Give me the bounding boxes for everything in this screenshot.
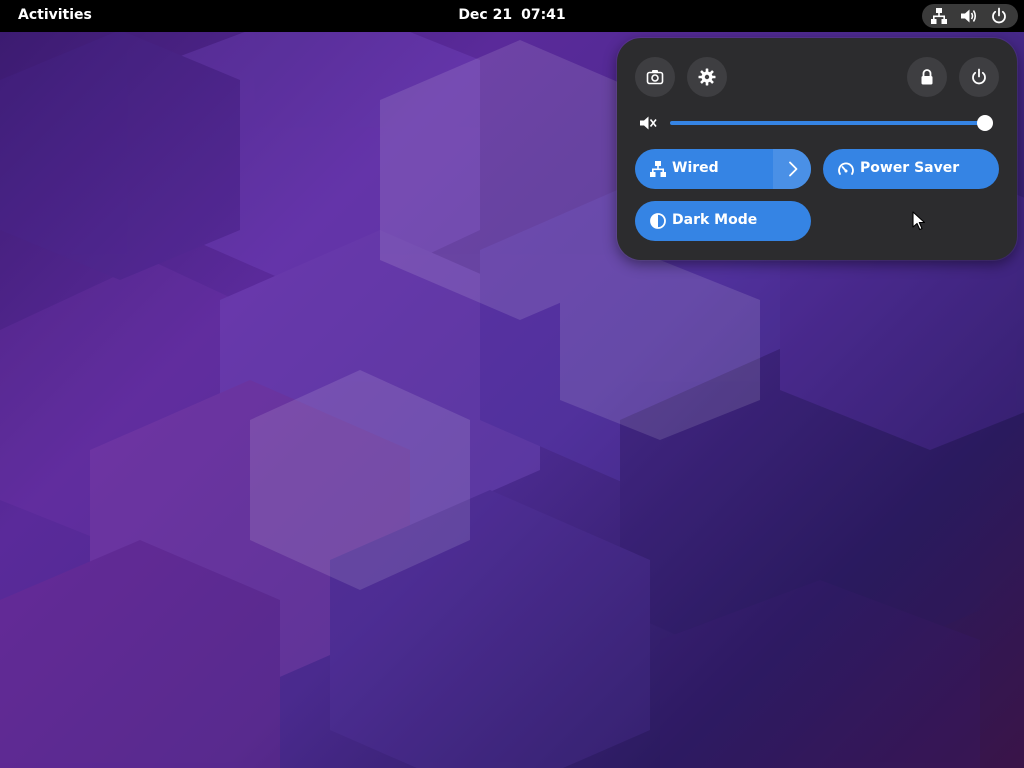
wired-network-toggle[interactable]: Wired bbox=[635, 149, 811, 189]
power-icon bbox=[990, 7, 1008, 25]
quick-settings-panel: Wired Power Saver Dark Mode bbox=[617, 38, 1017, 260]
power-saver-toggle[interactable]: Power Saver bbox=[823, 149, 999, 189]
network-wired-icon bbox=[930, 7, 948, 25]
speaker-muted-icon[interactable] bbox=[639, 114, 657, 136]
settings-button[interactable] bbox=[687, 57, 727, 97]
date-time-clock: Dec 21 07:41 bbox=[0, 7, 1024, 23]
power-profile-icon bbox=[837, 160, 855, 182]
dark-mode-toggle[interactable]: Dark Mode bbox=[635, 201, 811, 241]
volume-slider-handle[interactable] bbox=[977, 115, 993, 131]
mouse-cursor-icon bbox=[912, 211, 926, 235]
dark-mode-toggle-label: Dark Mode bbox=[672, 212, 758, 228]
clock-date[interactable]: Dec 21 bbox=[458, 7, 512, 23]
wired-toggle-label: Wired bbox=[672, 160, 719, 176]
speaker-volume-icon bbox=[960, 7, 978, 25]
system-menu-button[interactable] bbox=[922, 4, 1018, 28]
activities-button[interactable]: Activities bbox=[10, 4, 100, 26]
top-bar: Activities Dec 21 07:41 bbox=[0, 0, 1024, 32]
clock-time[interactable]: 07:41 bbox=[521, 7, 566, 23]
dark-mode-icon bbox=[649, 212, 667, 234]
volume-slider[interactable] bbox=[670, 121, 985, 125]
power-saver-toggle-label: Power Saver bbox=[860, 160, 960, 176]
lock-screen-button[interactable] bbox=[907, 57, 947, 97]
screenshot-button[interactable] bbox=[635, 57, 675, 97]
wired-menu-arrow-button[interactable] bbox=[773, 149, 811, 189]
power-off-menu-button[interactable] bbox=[959, 57, 999, 97]
network-wired-icon bbox=[649, 160, 667, 182]
